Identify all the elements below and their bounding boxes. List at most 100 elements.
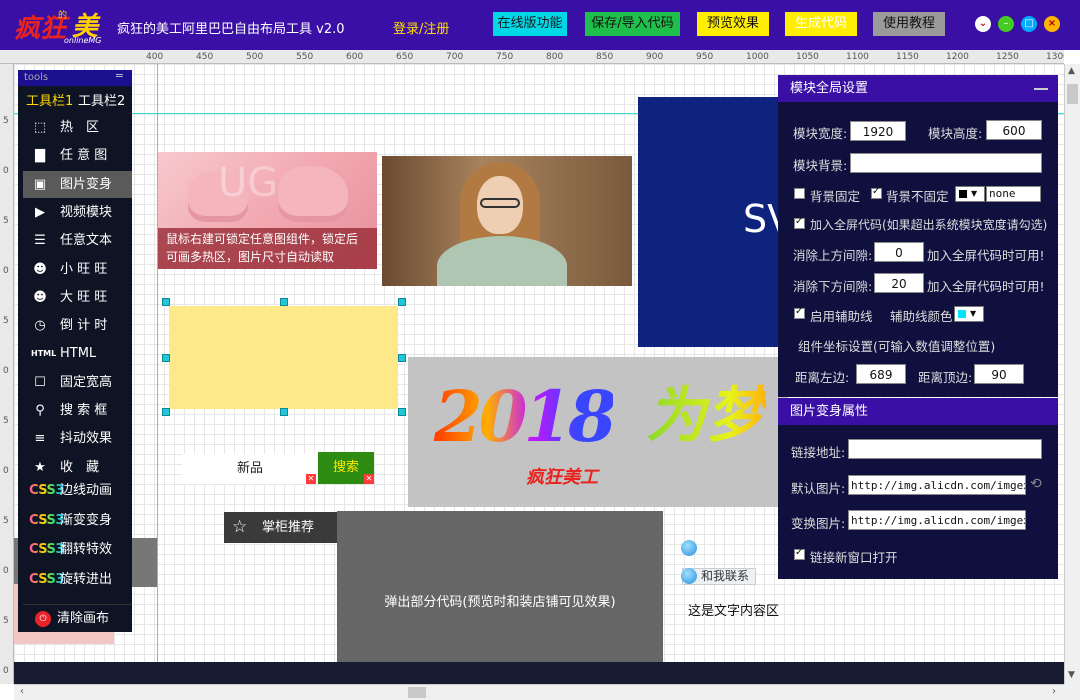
resize-handle-e[interactable] bbox=[398, 354, 406, 362]
tool-item-label: 搜 索 框 bbox=[60, 403, 108, 418]
bg-unfixed-checkbox[interactable] bbox=[871, 186, 882, 199]
bg-fixed-checkbox[interactable] bbox=[794, 188, 805, 199]
popup-code-component[interactable]: 弹出部分代码(预览时和装店铺可见效果) bbox=[337, 511, 663, 684]
preview-button[interactable]: 预览效果 bbox=[697, 12, 769, 36]
new-products-label[interactable]: 新品 bbox=[182, 454, 318, 484]
tools-panel-header[interactable]: tools = bbox=[18, 68, 132, 86]
tool-item[interactable]: ◷ 倒 计 时 bbox=[23, 312, 132, 339]
tool-item[interactable]: ☻ 小 旺 旺 bbox=[23, 256, 132, 283]
default-image-input[interactable]: http://img.alicdn.com/imgextra bbox=[848, 475, 1026, 495]
settings-panel-header[interactable]: 模块全局设置 bbox=[778, 75, 1058, 102]
tool-item[interactable]: ⬚ 热 区 bbox=[23, 114, 132, 141]
swap-image-input[interactable]: http://img.alicdn.com/imgextra bbox=[848, 510, 1026, 530]
tab-toolbar-1[interactable]: 工具栏1 bbox=[26, 90, 73, 109]
delete-component-icon[interactable]: ✕ bbox=[306, 474, 316, 484]
tool-item[interactable]: HTML HTML bbox=[23, 340, 132, 367]
tab-toolbar-2[interactable]: 工具栏2 bbox=[78, 90, 125, 109]
tool-item[interactable]: ▇ 任 意 图 bbox=[23, 142, 132, 169]
fullscreen-code-label: 加入全屏代码(如果超出系统模块宽度请勾选) bbox=[810, 218, 1048, 232]
bg-color-picker[interactable]: ▼ bbox=[955, 186, 985, 202]
tool-item[interactable]: ☰ 任意文本 bbox=[23, 227, 132, 254]
module-settings-panel: 模块全局设置 模块宽度: 1920 模块高度: 600 模块背景: 背景固定 背… bbox=[778, 75, 1058, 397]
tool-item-label: 图片变身 bbox=[60, 176, 113, 192]
css3-tool-item[interactable]: CSS3 边线动画 bbox=[23, 477, 132, 504]
bg-repeat-input[interactable]: none bbox=[986, 186, 1041, 202]
css3-tool-item[interactable]: CSS3 旋转进出 bbox=[23, 566, 132, 593]
tool-item[interactable]: ▣ 图片变身 bbox=[23, 170, 132, 198]
module-width-label: 模块宽度: bbox=[793, 126, 848, 141]
vertical-scroll-thumb[interactable] bbox=[1067, 84, 1078, 104]
panel-minimize-icon[interactable] bbox=[1034, 88, 1048, 90]
save-import-code-button[interactable]: 保存/导入代码 bbox=[585, 12, 680, 36]
boot-graphic bbox=[278, 166, 348, 222]
horizontal-scroll-thumb[interactable] bbox=[408, 687, 426, 698]
panel-minimize-icon[interactable]: = bbox=[115, 68, 124, 84]
fullscreen-code-checkbox[interactable] bbox=[794, 216, 805, 229]
wangwang-small-icon[interactable] bbox=[681, 540, 697, 556]
bg-unfixed-label: 背景不固定 bbox=[886, 189, 949, 204]
model-photo-component[interactable] bbox=[382, 156, 632, 286]
resize-handle-n[interactable] bbox=[280, 298, 288, 306]
distance-top-input[interactable]: 90 bbox=[974, 364, 1024, 384]
link-url-input[interactable] bbox=[848, 439, 1042, 459]
tool-item[interactable]: ☻ 大 旺 旺 bbox=[23, 284, 132, 311]
text-content-component[interactable]: 这是文字内容区 bbox=[688, 600, 779, 619]
scroll-left-icon[interactable]: ‹ bbox=[20, 686, 24, 697]
enable-guides-checkbox[interactable] bbox=[794, 306, 805, 319]
module-bg-input[interactable] bbox=[850, 153, 1042, 173]
tool-item[interactable]: ▶ 视频模块 bbox=[23, 199, 132, 226]
generate-code-button[interactable]: 生成代码 bbox=[785, 12, 857, 36]
delete-component-icon[interactable]: ✕ bbox=[364, 474, 374, 484]
video-icon: ▶ bbox=[35, 204, 45, 220]
scroll-up-icon[interactable]: ▲ bbox=[1068, 66, 1075, 76]
resize-handle-se[interactable] bbox=[398, 408, 406, 416]
ruler-tick-label: 900 bbox=[646, 52, 664, 62]
minimize-icon[interactable]: – bbox=[998, 16, 1014, 32]
top-gap-input[interactable]: 0 bbox=[874, 242, 924, 262]
online-features-button[interactable]: 在线版功能 bbox=[493, 12, 567, 36]
new-year-banner-component[interactable]: 2018 为梦 疯狂美工 bbox=[408, 357, 788, 507]
bg-fixed-label: 背景固定 bbox=[810, 189, 861, 204]
close-icon[interactable]: × bbox=[1044, 16, 1060, 32]
resize-handle-nw[interactable] bbox=[162, 298, 170, 306]
open-new-window-checkbox[interactable] bbox=[794, 547, 805, 560]
swap-image-label: 变换图片: bbox=[791, 516, 846, 531]
ruler-tick-label: 1100 bbox=[846, 52, 869, 62]
css3-tool-item[interactable]: CSS3 渐变变身 bbox=[23, 507, 132, 534]
transform-panel-header[interactable]: 图片变身属性 bbox=[778, 398, 1058, 425]
hotspot-icon: ⬚ bbox=[33, 120, 47, 135]
resize-handle-s[interactable] bbox=[280, 408, 288, 416]
hotspot-image-component[interactable]: UG 鼠标右建可锁定任意图组件，锁定后可画多热区，图片尺寸自动读取 bbox=[158, 152, 377, 269]
module-width-input[interactable]: 1920 bbox=[850, 121, 906, 141]
resize-handle-ne[interactable] bbox=[398, 298, 406, 306]
login-register-link[interactable]: 登录/注册 bbox=[393, 18, 449, 37]
favorite-icon: ★ bbox=[34, 459, 46, 475]
tool-item[interactable]: ⚲ 搜 索 框 bbox=[23, 397, 132, 424]
tutorial-button[interactable]: 使用教程 bbox=[873, 12, 945, 36]
ruler-tick-label: 1150 bbox=[896, 52, 919, 62]
distance-left-input[interactable]: 689 bbox=[856, 364, 906, 384]
css3-badge-icon: CSS3 bbox=[29, 536, 64, 563]
css3-tool-item[interactable]: CSS3 翻转特效 bbox=[23, 536, 132, 563]
tools-panel[interactable]: tools = 工具栏1 工具栏2 ⬚ 热 区 ▇ 任 意 图 ▣ 图片变身 ▶ 视频模块 ☰ 任… bbox=[18, 68, 132, 632]
tool-item[interactable]: ≡ 抖动效果 bbox=[23, 425, 132, 452]
guide-color-picker[interactable]: ▼ bbox=[954, 306, 984, 322]
canvas-bottom-band bbox=[14, 662, 1064, 684]
module-height-input[interactable]: 600 bbox=[986, 120, 1042, 140]
bottom-gap-input[interactable]: 20 bbox=[874, 273, 924, 293]
refresh-icon[interactable]: ⟲ bbox=[1030, 476, 1042, 492]
clear-canvas-button[interactable]: ⏻ 清除画布 bbox=[23, 604, 132, 632]
selected-component[interactable] bbox=[169, 306, 398, 409]
bottom-gap-hint: 加入全屏代码时可用! bbox=[927, 279, 1045, 294]
tool-item[interactable]: ☐ 固定宽高 bbox=[23, 369, 132, 396]
horizontal-scrollbar[interactable]: ‹ › bbox=[14, 684, 1064, 700]
menu-dropdown-icon[interactable]: ⌄ bbox=[975, 16, 991, 32]
ruler-tick-label: 5 bbox=[3, 516, 9, 526]
resize-handle-sw[interactable] bbox=[162, 408, 170, 416]
scroll-down-icon[interactable]: ▼ bbox=[1068, 670, 1075, 680]
scroll-right-icon[interactable]: › bbox=[1052, 686, 1056, 697]
maximize-icon[interactable]: □ bbox=[1021, 16, 1037, 32]
vertical-scrollbar[interactable]: ▲ ▼ bbox=[1064, 64, 1080, 684]
resize-handle-w[interactable] bbox=[162, 354, 170, 362]
shopkeeper-recommend-tab[interactable]: ☆ 掌柜推荐 bbox=[224, 512, 337, 543]
